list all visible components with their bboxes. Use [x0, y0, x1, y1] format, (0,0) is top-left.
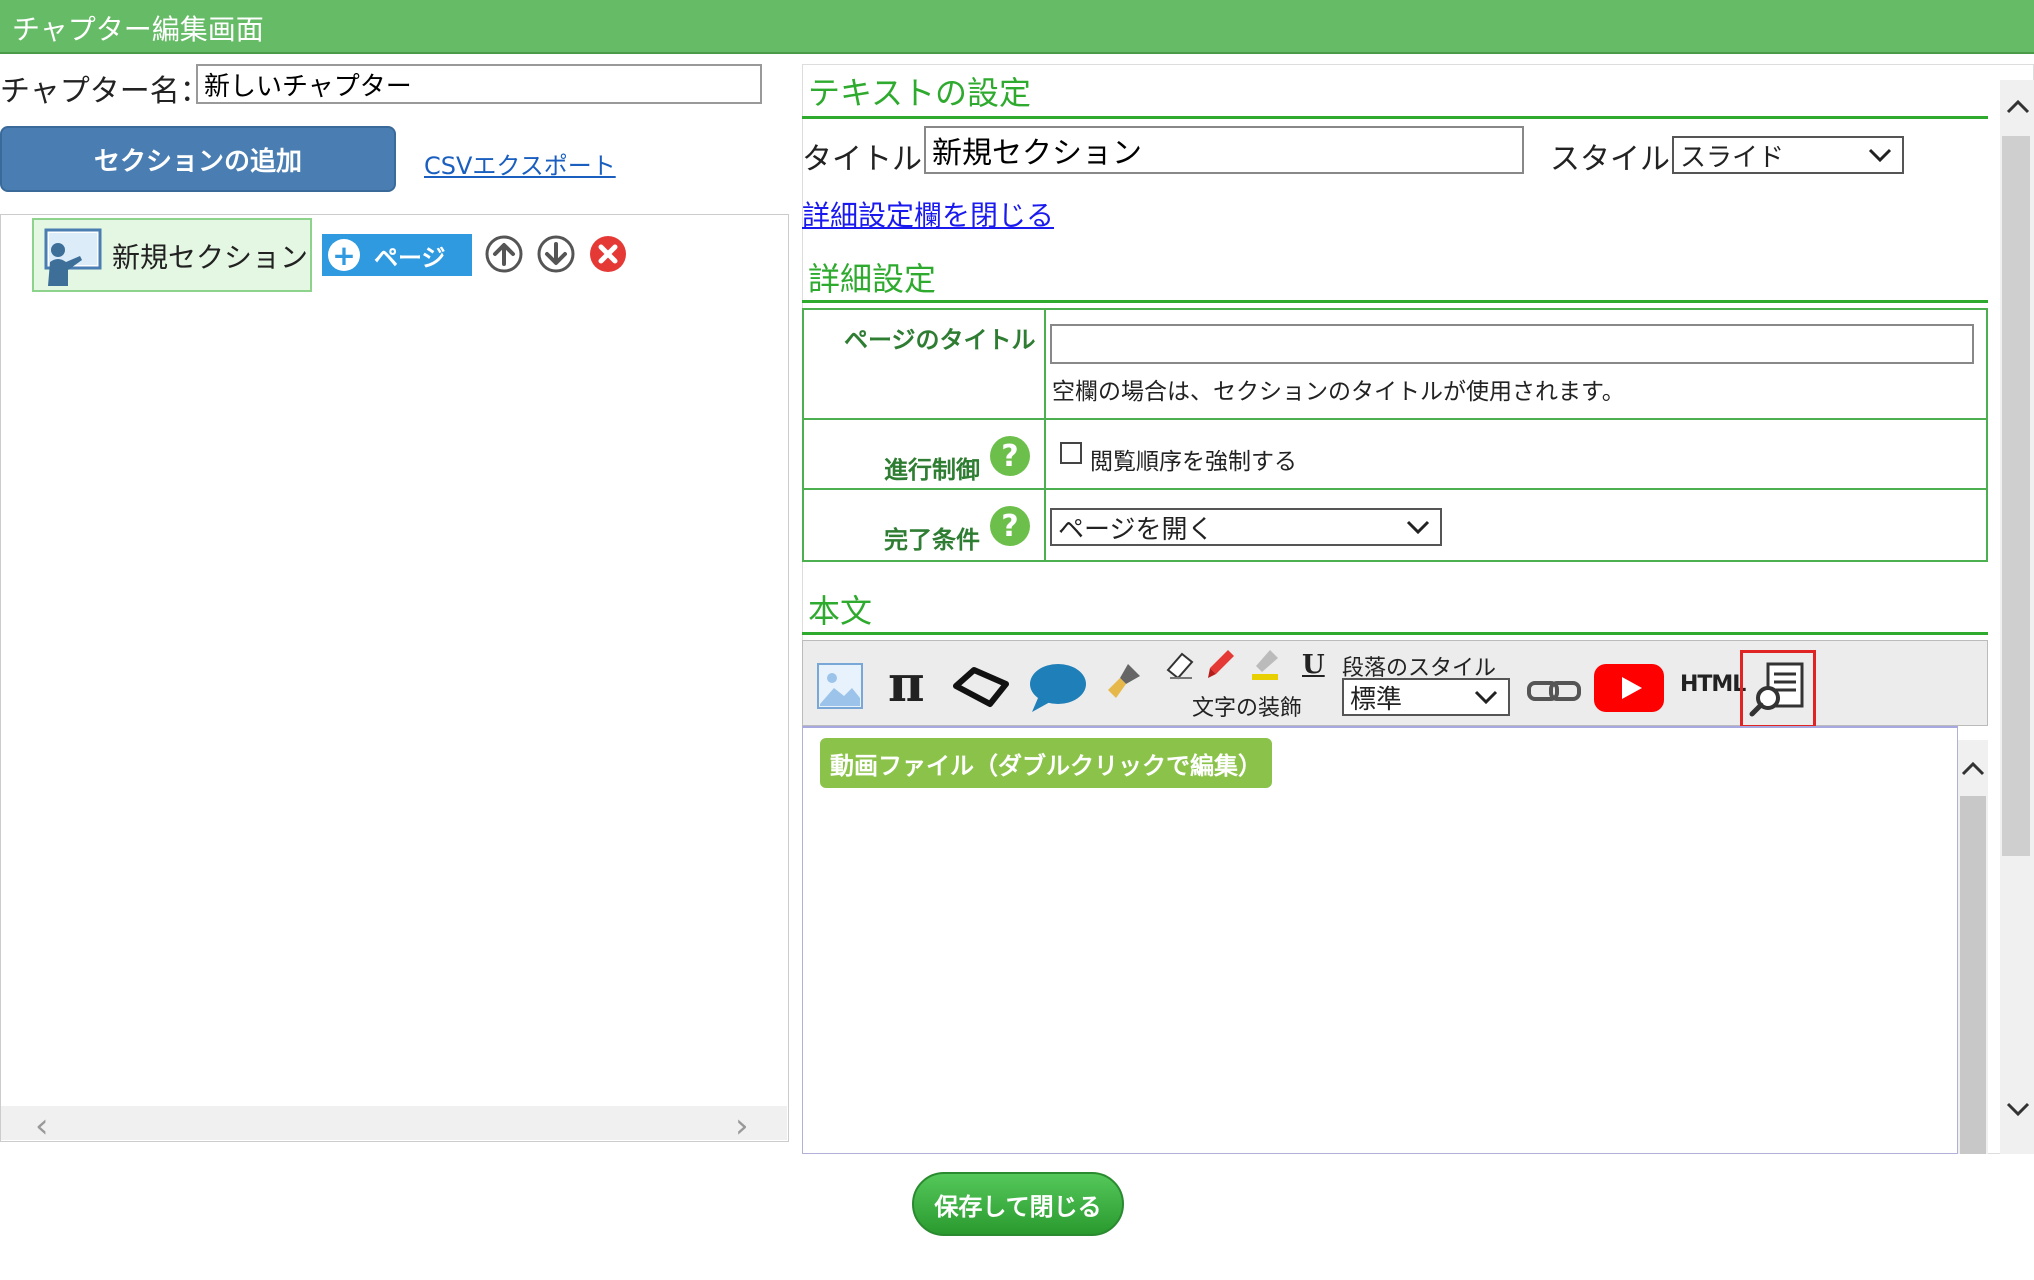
speech-bubble-icon[interactable]	[1028, 660, 1088, 714]
move-down-icon[interactable]	[536, 234, 576, 274]
progress-checkbox-label: 閲覧順序を強制する	[1090, 449, 1297, 475]
window-titlebar: チャプター編集画面	[0, 0, 2034, 54]
chapter-name-label: チャプター名：	[0, 74, 210, 109]
style-select-value: スライド	[1680, 142, 1785, 173]
progress-label: 進行制御	[884, 456, 980, 484]
scroll-up-icon[interactable]	[2006, 96, 2030, 116]
pi-icon[interactable]: π	[888, 654, 925, 713]
help-icon[interactable]: ?	[990, 436, 1030, 476]
link-icon[interactable]	[1526, 676, 1582, 706]
style-select[interactable]: スライド	[1672, 136, 1904, 174]
tree-item-label: 新規セクション	[112, 241, 309, 274]
presenter-icon	[44, 228, 102, 286]
image-icon[interactable]	[816, 662, 864, 710]
add-page-label: ページ	[374, 243, 446, 272]
style-label: スタイル:	[1550, 142, 1681, 177]
text-decoration-label: 文字の装飾	[1192, 696, 1303, 721]
marker-icon[interactable]	[1206, 648, 1238, 682]
scroll-left-icon[interactable]: ‹	[35, 1106, 49, 1146]
underline-icon[interactable]: U	[1302, 650, 1325, 680]
video-file-block[interactable]: 動画ファイル（ダブルクリックで編集）	[820, 738, 1272, 788]
table-row-divider	[802, 488, 1988, 490]
progress-checkbox[interactable]	[1060, 442, 1082, 464]
window-title: チャプター編集画面	[12, 13, 264, 46]
scroll-up-icon[interactable]	[1961, 758, 1985, 778]
delete-icon[interactable]	[588, 234, 628, 274]
completion-select[interactable]: ページを開く	[1050, 508, 1442, 546]
editor-scrollbar[interactable]	[1958, 740, 1988, 1154]
divider	[802, 632, 1988, 635]
details-heading: 詳細設定	[808, 260, 937, 298]
title-label: タイトル:	[802, 142, 933, 177]
chapter-name-input[interactable]	[196, 64, 762, 104]
body-editor[interactable]	[802, 726, 1958, 1154]
page-title-label: ページのタイトル	[844, 326, 1036, 354]
completion-label: 完了条件	[884, 526, 980, 554]
chevron-down-icon	[1406, 520, 1430, 535]
right-pane-scrollbar[interactable]	[2000, 80, 2034, 1154]
scrollbar-thumb[interactable]	[2002, 136, 2030, 856]
shape-icon[interactable]	[952, 664, 1010, 710]
save-and-close-button[interactable]: 保存して閉じる	[912, 1172, 1124, 1236]
add-page-button[interactable]: + ページ	[322, 234, 472, 276]
tree-horizontal-scrollbar[interactable]: ‹ ›	[1, 1106, 787, 1146]
move-up-icon[interactable]	[484, 234, 524, 274]
tree-item-section[interactable]: 新規セクション	[32, 218, 312, 292]
divider	[802, 300, 1988, 303]
youtube-icon[interactable]	[1594, 664, 1664, 712]
plus-icon: +	[328, 239, 360, 272]
divider	[802, 116, 1988, 119]
title-input[interactable]	[924, 126, 1524, 174]
table-col-divider	[1044, 308, 1046, 562]
close-details-link[interactable]: 詳細設定欄を閉じる	[802, 194, 1054, 234]
page-title-input[interactable]	[1050, 324, 1974, 364]
scroll-down-icon[interactable]	[2006, 1100, 2030, 1120]
preview-highlight	[1740, 650, 1816, 728]
text-settings-heading: テキストの設定	[808, 74, 1032, 112]
add-section-button[interactable]: セクションの追加	[0, 126, 396, 192]
table-row-divider	[802, 418, 1988, 420]
eraser-icon[interactable]	[1164, 648, 1196, 682]
page-title-note: 空欄の場合は、セクションのタイトルが使用されます。	[1052, 379, 1625, 405]
csv-export-link[interactable]: CSVエクスポート	[424, 146, 616, 181]
brush-icon[interactable]	[1106, 662, 1142, 702]
help-icon[interactable]: ?	[990, 506, 1030, 546]
chevron-down-icon	[1868, 148, 1892, 163]
scrollbar-thumb[interactable]	[1960, 796, 1986, 1154]
paragraph-style-select[interactable]: 標準	[1342, 678, 1510, 716]
section-tree-panel	[0, 214, 789, 1142]
highlighter-icon[interactable]	[1250, 648, 1282, 682]
chevron-down-icon	[1474, 690, 1498, 705]
completion-select-value: ページを開く	[1058, 514, 1214, 545]
body-heading: 本文	[808, 592, 873, 630]
html-icon[interactable]: HTML	[1680, 672, 1746, 697]
scroll-right-icon[interactable]: ›	[735, 1106, 749, 1146]
paragraph-style-value: 標準	[1350, 684, 1403, 715]
